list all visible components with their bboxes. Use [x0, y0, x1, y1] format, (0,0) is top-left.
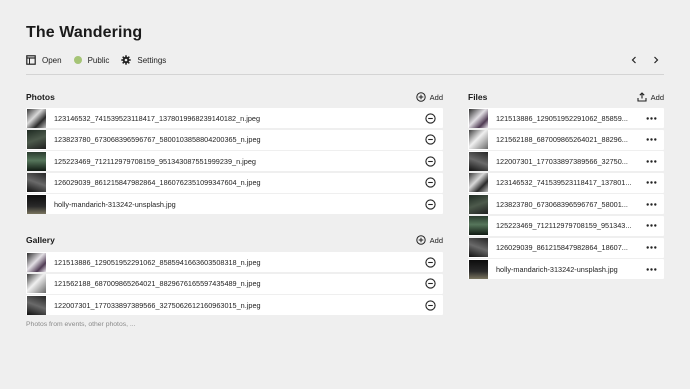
remove-icon[interactable] [424, 134, 436, 146]
plus-circle-icon [415, 92, 426, 102]
files-header: Files Add [468, 91, 664, 103]
photos-add-button[interactable]: Add [415, 92, 443, 102]
file-name: 122007301_177033897389566_32750... [496, 156, 628, 166]
open-window-icon [26, 55, 36, 65]
remove-icon[interactable] [424, 198, 436, 210]
more-options-icon[interactable] [645, 242, 657, 254]
file-name: 121562188_687009865264021_88296761655974… [54, 279, 261, 289]
more-options-icon[interactable] [645, 134, 657, 146]
file-name: 123146532_741539523118417_137801... [496, 178, 632, 188]
more-options-icon[interactable] [645, 220, 657, 232]
file-name: 123823780_673068396596767_58001038588042… [54, 135, 261, 145]
thumbnail-image [27, 108, 46, 128]
plus-circle-icon [415, 235, 426, 245]
thumbnail-image [469, 216, 488, 236]
file-name: 121562188_687009865264021_88296... [496, 135, 628, 145]
divider [26, 74, 664, 75]
list-item[interactable]: 123823780_673068396596767_58001038588042… [26, 129, 443, 150]
gallery-add-label: Add [429, 235, 443, 245]
chevron-right-icon[interactable] [648, 52, 664, 68]
files-title: Files [468, 92, 488, 102]
thumbnail-image [469, 151, 488, 171]
list-item[interactable]: 123823780_673068396596767_58001... [468, 194, 664, 215]
list-item[interactable]: 121562188_687009865264021_88296761655974… [26, 273, 443, 294]
remove-icon[interactable] [424, 278, 436, 290]
list-item[interactable]: 123146532_741539523118417_137801... [468, 172, 664, 193]
gallery-caption: Photos from events, other photos, ... [26, 321, 136, 328]
list-item[interactable]: 121562188_687009865264021_88296... [468, 129, 664, 150]
public-toggle[interactable]: Public [73, 55, 110, 65]
file-name: 123823780_673068396596767_58001... [496, 199, 628, 209]
remove-icon[interactable] [424, 112, 436, 124]
list-item[interactable]: holly-mandarich-313242-unsplash.jpg [26, 194, 443, 215]
file-name: 121513886_129051952291062_85859... [496, 113, 628, 123]
file-name: 121513886_129051952291062_85859416636035… [54, 257, 261, 267]
files-list: 121513886_129051952291062_85859... 121562… [468, 108, 664, 281]
thumbnail-image [27, 130, 46, 150]
thumbnail-image [27, 274, 46, 294]
list-item[interactable]: 125223469_712112979708159_951343... [468, 215, 664, 236]
list-item[interactable]: holly-mandarich-313242-unsplash.jpg [468, 259, 664, 280]
settings-label: Settings [137, 55, 167, 65]
upload-icon [637, 92, 647, 102]
thumbnail-image [469, 130, 488, 150]
list-item[interactable]: 122007301_177033897389566_32750626121609… [26, 295, 443, 316]
remove-icon[interactable] [424, 256, 436, 268]
file-name: 125223469_712112979708159_951343... [496, 221, 632, 231]
gallery-title: Gallery [26, 235, 55, 245]
list-item[interactable]: 126029039_861215847982864_18607623510993… [26, 172, 443, 193]
thumbnail-image [27, 151, 46, 171]
gallery-list: 121513886_129051952291062_85859416636035… [26, 252, 443, 317]
file-name: 126029039_861215847982864_18607... [496, 243, 628, 253]
gallery-add-button[interactable]: Add [415, 235, 443, 245]
more-options-icon[interactable] [645, 263, 657, 275]
list-item[interactable]: 125223469_712112979708159_95134308755199… [26, 151, 443, 172]
settings-button[interactable]: Settings [121, 55, 166, 65]
files-add-label: Add [650, 92, 664, 102]
page-title: The Wandering [26, 24, 143, 41]
file-name: 126029039_861215847982864_18607623510993… [54, 178, 261, 188]
thumbnail-image [27, 295, 46, 315]
gallery-header: Gallery Add [26, 234, 443, 246]
toolbar: Open Public Settings [26, 52, 178, 68]
photos-list: 123146532_741539523118417_13780199682391… [26, 108, 443, 216]
remove-icon[interactable] [424, 155, 436, 167]
chevron-left-icon[interactable] [626, 52, 642, 68]
thumbnail-image [469, 194, 488, 214]
gear-icon [121, 55, 132, 65]
remove-icon[interactable] [424, 299, 436, 311]
thumbnail-image [27, 194, 46, 214]
photos-title: Photos [26, 92, 55, 102]
thumbnail-image [469, 108, 488, 128]
file-name: 123146532_741539523118417_13780199682391… [54, 113, 261, 123]
thumbnail-image [27, 252, 46, 272]
more-options-icon[interactable] [645, 177, 657, 189]
open-label: Open [42, 55, 62, 65]
file-name: 125223469_712112979708159_95134308755199… [54, 156, 256, 166]
open-button[interactable]: Open [26, 55, 62, 65]
thumbnail-image [469, 259, 488, 279]
list-item[interactable]: 121513886_129051952291062_85859416636035… [26, 252, 443, 272]
list-item[interactable]: 121513886_129051952291062_85859... [468, 108, 664, 128]
list-item[interactable]: 122007301_177033897389566_32750... [468, 151, 664, 172]
public-label: Public [87, 55, 110, 65]
photos-add-label: Add [429, 92, 443, 102]
list-item[interactable]: 123146532_741539523118417_13780199682391… [26, 108, 443, 128]
status-dot-icon [73, 56, 82, 64]
photos-header: Photos Add [26, 91, 443, 103]
more-options-icon[interactable] [645, 112, 657, 124]
thumbnail-image [469, 173, 488, 193]
list-item[interactable]: 126029039_861215847982864_18607... [468, 237, 664, 258]
more-options-icon[interactable] [645, 198, 657, 210]
more-options-icon[interactable] [645, 155, 657, 167]
thumbnail-image [469, 238, 488, 258]
remove-icon[interactable] [424, 177, 436, 189]
file-name: holly-mandarich-313242-unsplash.jpg [496, 264, 618, 274]
files-add-button[interactable]: Add [637, 92, 664, 102]
pagination-arrows [620, 52, 664, 68]
file-name: 122007301_177033897389566_32750626121609… [54, 300, 261, 310]
file-name: holly-mandarich-313242-unsplash.jpg [54, 199, 176, 209]
thumbnail-image [27, 173, 46, 193]
